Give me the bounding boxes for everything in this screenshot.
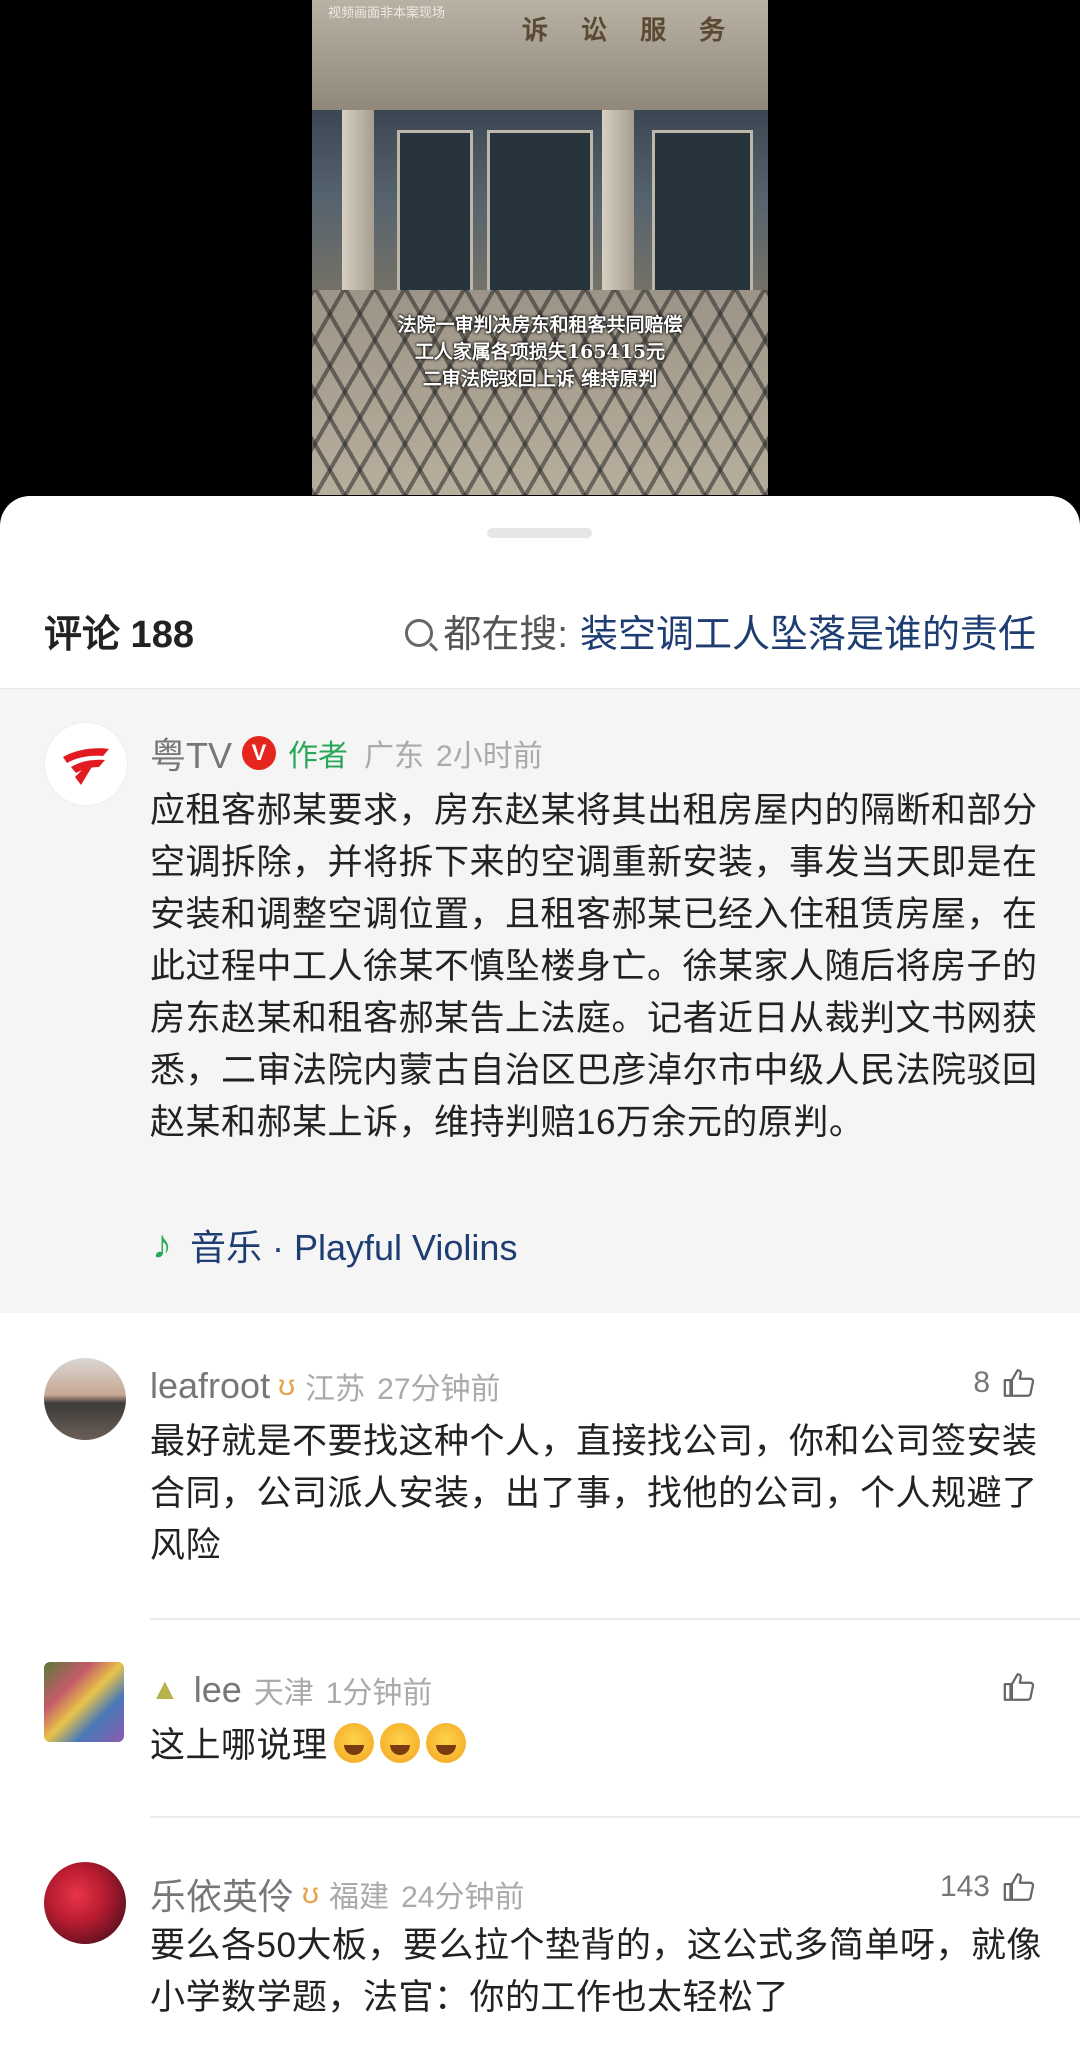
comment-divider bbox=[150, 1618, 1080, 1620]
comment-meta: ▲ lee 天津 1分钟前 bbox=[150, 1668, 444, 1712]
channel-logo-icon bbox=[63, 748, 109, 785]
building-sign: 诉 讼 服 务 bbox=[522, 16, 738, 46]
music-label[interactable]: 音乐 · Playful Violins bbox=[190, 1219, 517, 1271]
commenter-avatar[interactable] bbox=[44, 1862, 126, 1944]
commenter-name[interactable]: leafroot bbox=[150, 1365, 270, 1407]
comments-count-title: 评论 188 bbox=[44, 614, 194, 656]
window bbox=[397, 130, 473, 301]
like-count: 8 bbox=[973, 1366, 990, 1399]
comment-header: 评论 188 都在搜: 装空调工人坠落是谁的责任 bbox=[0, 591, 1080, 663]
laugh-cry-emoji-icon bbox=[425, 1723, 466, 1763]
thumbs-up-icon bbox=[1003, 1369, 1035, 1397]
comment-divider bbox=[150, 1816, 1080, 1818]
author-post-text: 应租客郝某要求，房东赵某将其出租房屋内的隔断和部分空调拆除，并将拆下来的空调重新… bbox=[150, 791, 1038, 1142]
comment-text: 最好就是不要找这种个人，直接找公司，你和公司签安装合同，公司派人安装，出了事，找… bbox=[150, 1422, 1038, 1565]
thumbs-up-icon bbox=[1003, 1873, 1035, 1901]
verified-icon: V bbox=[242, 736, 277, 770]
author-meta: 粤TV V 作者 广东 2小时前 bbox=[150, 727, 555, 779]
commenter-name[interactable]: 乐依英伶 bbox=[150, 1868, 294, 1920]
fan-badge-icon: ʊ bbox=[278, 1369, 296, 1402]
commenter-avatar[interactable] bbox=[44, 1662, 124, 1742]
music-link[interactable]: ♪ 音乐 · Playful Violins bbox=[152, 1219, 517, 1271]
author-location: 广东 bbox=[364, 740, 425, 773]
like-button[interactable] bbox=[990, 1670, 1036, 1704]
author-post: 粤TV V 作者 广东 2小时前 应租客郝某要求，房东赵某将其出租房屋内的隔断和… bbox=[0, 688, 1080, 1313]
video-watermark: 视频画面非本案现场 bbox=[328, 5, 446, 20]
search-prefix: 都在搜: bbox=[443, 614, 568, 656]
comment-meta: 乐依英伶 ʊ 福建 24分钟前 bbox=[150, 1868, 536, 1920]
window bbox=[652, 130, 753, 301]
comment-time: 24分钟前 bbox=[401, 1881, 525, 1914]
comment-sheet: 评论 188 都在搜: 装空调工人坠落是谁的责任 粤TV V 作者 广东 2小时… bbox=[0, 496, 1080, 2060]
author-time: 2小时前 bbox=[436, 740, 543, 773]
comment-time: 1分钟前 bbox=[325, 1677, 433, 1710]
comment-location: 江苏 bbox=[305, 1373, 366, 1406]
window bbox=[487, 130, 593, 301]
like-count: 143 bbox=[939, 1870, 990, 1903]
plant-badge-icon: ▲ bbox=[150, 1673, 180, 1706]
commenter-name[interactable]: lee bbox=[194, 1669, 242, 1711]
comment-time: 27分钟前 bbox=[377, 1373, 501, 1406]
caption-line: 工人家属各项损失165415元 bbox=[414, 341, 666, 363]
video-caption: 法院一审判决房东和租客共同赔偿 工人家属各项损失165415元 二审法院驳回上诉… bbox=[312, 312, 768, 393]
commenter-avatar[interactable] bbox=[44, 1358, 126, 1440]
comment-location: 福建 bbox=[329, 1881, 390, 1914]
laugh-cry-emoji-icon bbox=[333, 1723, 374, 1763]
comment-location: 天津 bbox=[253, 1677, 314, 1710]
comment-text: 这上哪说理 bbox=[150, 1726, 328, 1765]
laugh-cry-emoji-icon bbox=[379, 1723, 420, 1763]
author-avatar[interactable] bbox=[44, 722, 128, 806]
search-term[interactable]: 装空调工人坠落是谁的责任 bbox=[580, 603, 1036, 658]
caption-line: 二审法院驳回上诉 维持原判 bbox=[422, 368, 658, 390]
comment-meta: leafroot ʊ 江苏 27分钟前 bbox=[150, 1364, 513, 1408]
sheet-drag-handle[interactable] bbox=[487, 528, 592, 538]
trending-search-link[interactable]: 都在搜: 装空调工人坠落是谁的责任 bbox=[405, 603, 1036, 658]
caption-line: 法院一审判决房东和租客共同赔偿 bbox=[397, 314, 683, 336]
author-tag: 作者 bbox=[288, 740, 349, 773]
thumbs-up-icon bbox=[1003, 1673, 1035, 1701]
video-frame[interactable]: 视频画面非本案现场 诉 讼 服 务 法院一审判决房东和租客共同赔偿 工人家属各项… bbox=[312, 0, 768, 495]
comment-text: 要么各50大板，要么拉个垫背的，这公式多简单呀，就像小学数学题，法官：你的工作也… bbox=[150, 1926, 1042, 2017]
like-button[interactable]: 8 bbox=[973, 1366, 1036, 1400]
like-button[interactable]: 143 bbox=[940, 1870, 1036, 1904]
music-note-icon: ♪ bbox=[152, 1222, 172, 1267]
video-player[interactable]: 视频画面非本案现场 诉 讼 服 务 法院一审判决房东和租客共同赔偿 工人家属各项… bbox=[0, 0, 1080, 500]
author-name[interactable]: 粤TV bbox=[150, 727, 232, 779]
search-icon bbox=[405, 618, 434, 647]
fan-badge-icon: ʊ bbox=[302, 1877, 320, 1910]
comment-text-wrap: 这上哪说理 bbox=[150, 1720, 1050, 1772]
